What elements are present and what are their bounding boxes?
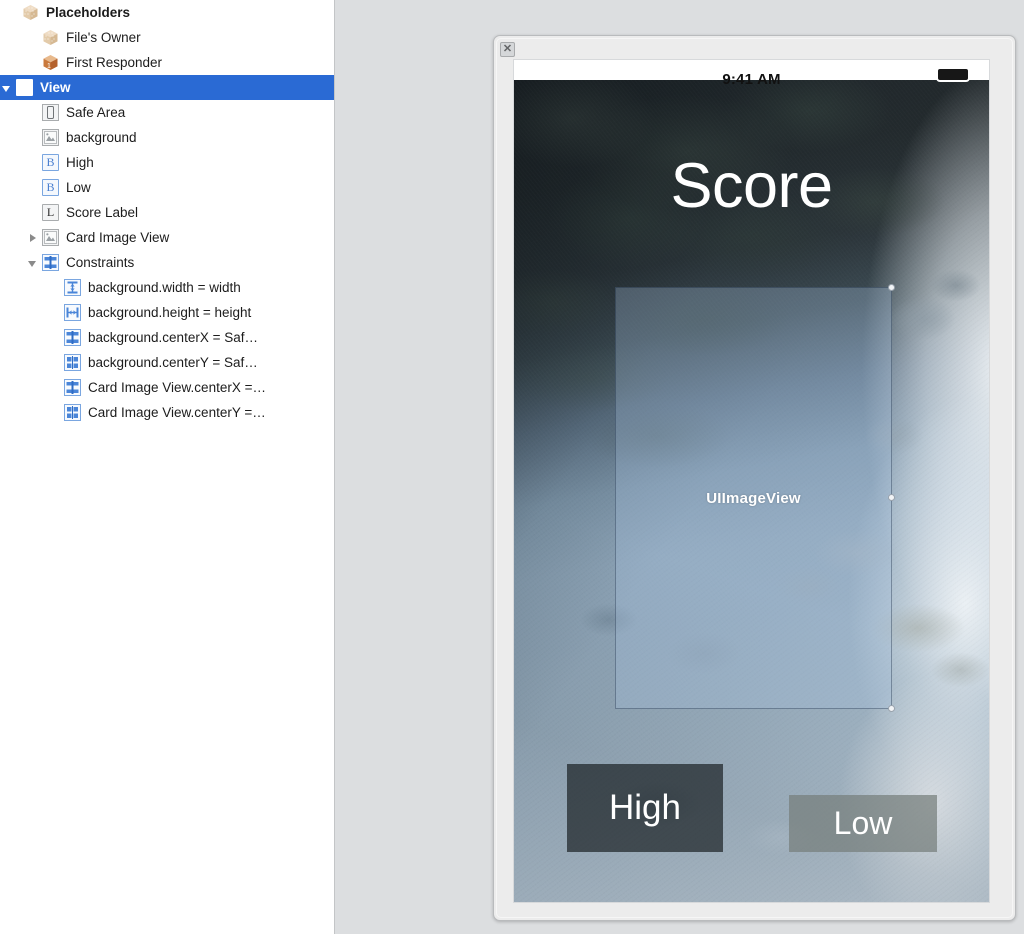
outline-row-label: Card Image View.centerY =… — [88, 404, 266, 420]
device-frame[interactable]: ✕ 9:41 AM Score UIImageView High Low — [493, 35, 1016, 921]
outline-row-label: First Responder — [66, 54, 163, 70]
outline-row-background-centery-saf[interactable]: background.centerY = Saf… — [0, 350, 334, 375]
close-glyph: ✕ — [502, 43, 513, 55]
outline-row-constraints[interactable]: Constraints — [0, 250, 334, 275]
outline-row-label: Low — [66, 179, 91, 195]
outline-row-label: Card Image View — [66, 229, 170, 245]
button-b-icon-box: B — [42, 154, 59, 171]
cube-icon — [22, 4, 39, 21]
outline-row-view[interactable]: View — [0, 75, 334, 100]
cube-light-icon — [42, 29, 59, 46]
resize-handle-bottom-right[interactable] — [888, 705, 895, 712]
outline-row-placeholders[interactable]: Placeholders — [0, 0, 334, 25]
constraint-centery-icon — [64, 354, 81, 371]
view-square-glyph — [16, 79, 33, 96]
button-b-icon: B — [42, 154, 59, 171]
card-image-view-label: UIImageView — [706, 489, 801, 507]
button-b-icon-box: B — [42, 179, 59, 196]
status-bar-time: 9:41 AM — [722, 71, 781, 88]
outline-row-label: background.centerX = Saf… — [88, 329, 258, 345]
label-l-icon-box: L — [42, 204, 59, 221]
disclosure-triangle-right-icon[interactable] — [26, 231, 40, 245]
disclosure-triangle-down-icon[interactable] — [0, 81, 14, 95]
score-label[interactable]: Score — [514, 155, 989, 218]
outline-row-label: Score Label — [66, 204, 139, 220]
card-image-view[interactable]: UIImageView — [615, 284, 895, 712]
status-bar: 9:41 AM — [514, 60, 989, 88]
constraint-centery-icon — [64, 404, 81, 421]
xcode-interface-builder-window: Placeholders File's Owner 1 First Responder… — [0, 0, 1024, 934]
high-button[interactable]: High — [567, 764, 723, 852]
resize-handle-middle-right[interactable] — [888, 494, 895, 501]
constraint-width-icon — [64, 279, 81, 296]
image-view-icon — [42, 229, 59, 246]
device-screen[interactable]: 9:41 AM Score UIImageView High Low — [513, 59, 990, 903]
outline-row-high[interactable]: B High — [0, 150, 334, 175]
outline-row-score-label[interactable]: L Score Label — [0, 200, 334, 225]
outline-row-low[interactable]: B Low — [0, 175, 334, 200]
outline-row-card-image-view-centery[interactable]: Card Image View.centerY =… — [0, 400, 334, 425]
constraint-height-icon — [64, 304, 81, 321]
document-outline-tree: Placeholders File's Owner 1 First Responder… — [0, 0, 334, 425]
outline-row-background-centerx-saf[interactable]: background.centerX = Saf… — [0, 325, 334, 350]
outline-row-background-height-height[interactable]: background.height = height — [0, 300, 334, 325]
constraint-centerx-icon — [64, 329, 81, 346]
outline-row-label: background.width = width — [88, 279, 241, 295]
outline-row-label: View — [40, 79, 71, 95]
cube-responder-icon: 1 — [42, 54, 59, 71]
view-square-icon — [16, 79, 33, 96]
outline-row-label: background — [66, 129, 137, 145]
outline-row-label: Card Image View.centerX =… — [88, 379, 266, 395]
safe-area-icon — [42, 104, 59, 121]
outline-row-background-width-width[interactable]: background.width = width — [0, 275, 334, 300]
outline-row-first-responder[interactable]: 1 First Responder — [0, 50, 334, 75]
outline-row-label: High — [66, 154, 94, 170]
outline-row-label: Placeholders — [46, 4, 131, 20]
outline-row-card-image-view-centerx[interactable]: Card Image View.centerX =… — [0, 375, 334, 400]
disclosure-triangle-down-icon[interactable] — [26, 256, 40, 270]
outline-row-safe-area[interactable]: Safe Area — [0, 100, 334, 125]
outline-row-label: File's Owner — [66, 29, 141, 45]
resize-handle-top-right[interactable] — [888, 284, 895, 291]
outline-row-card-image-view[interactable]: Card Image View — [0, 225, 334, 250]
label-l-icon-glyph: L — [46, 205, 55, 219]
button-b-icon-glyph: B — [46, 180, 55, 194]
document-outline-panel: Placeholders File's Owner 1 First Responder… — [0, 0, 335, 934]
constraints-icon — [42, 254, 59, 271]
high-button-label: High — [609, 788, 681, 827]
button-b-icon: B — [42, 179, 59, 196]
svg-text:1: 1 — [47, 63, 51, 70]
storyboard-canvas[interactable]: ✕ 9:41 AM Score UIImageView High Low — [335, 0, 1024, 934]
outline-row-file-s-owner[interactable]: File's Owner — [0, 25, 334, 50]
close-icon[interactable]: ✕ — [500, 42, 515, 57]
battery-icon — [936, 67, 970, 82]
label-l-icon: L — [42, 204, 59, 221]
constraint-centerx-icon — [64, 379, 81, 396]
outline-row-background[interactable]: background — [0, 125, 334, 150]
outline-row-label: background.centerY = Saf… — [88, 354, 258, 370]
button-b-icon-glyph: B — [46, 155, 55, 169]
outline-row-label: background.height = height — [88, 304, 252, 320]
low-button[interactable]: Low — [789, 795, 937, 852]
low-button-label: Low — [833, 805, 893, 841]
image-view-icon — [42, 129, 59, 146]
outline-row-label: Safe Area — [66, 104, 126, 120]
outline-row-label: Constraints — [66, 254, 135, 270]
